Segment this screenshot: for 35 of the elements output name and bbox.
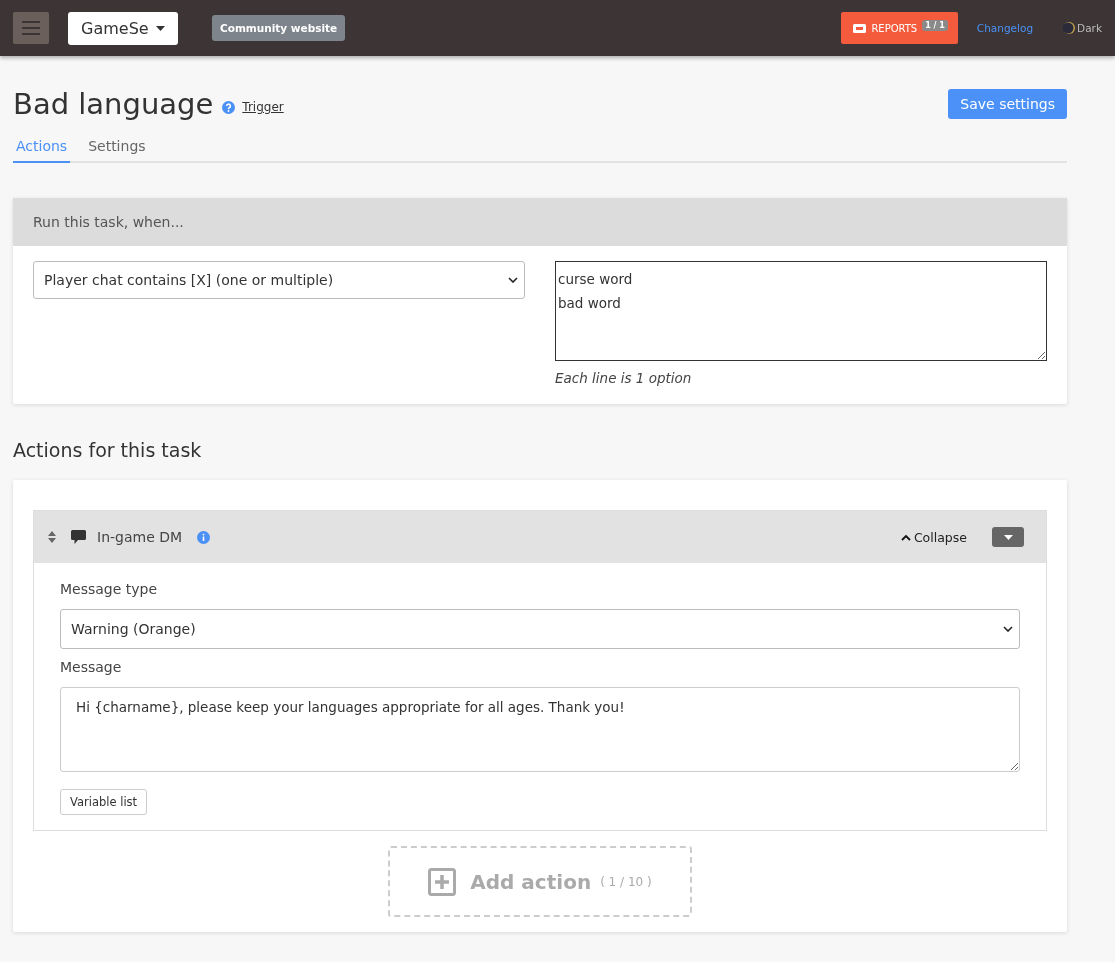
help-icon[interactable] xyxy=(222,100,236,114)
community-website-button[interactable]: Community website xyxy=(212,15,346,41)
chevron-up-icon xyxy=(900,533,911,541)
message-type-select[interactable]: Warning (Orange) xyxy=(60,609,1020,649)
ticket-icon xyxy=(853,23,867,33)
options-dropdown-button[interactable] xyxy=(992,527,1024,547)
field-label: Message xyxy=(60,659,123,675)
reports-count-badge: 1 / 1 xyxy=(922,19,948,31)
chat-bubble-icon xyxy=(71,530,86,544)
server-dropdown[interactable]: GameSe xyxy=(68,11,178,45)
action-title: In-game DM xyxy=(97,529,183,545)
collapse-button[interactable]: Collapse xyxy=(900,529,967,545)
hint-text: Each line is 1 option xyxy=(555,370,693,386)
chevron-down-icon xyxy=(1003,626,1013,632)
page-title: Bad language xyxy=(13,87,214,121)
moon-icon xyxy=(1063,22,1076,34)
trigger-link[interactable]: Trigger xyxy=(242,100,284,114)
sort-icon[interactable] xyxy=(48,531,56,543)
chevron-down-icon xyxy=(508,277,518,283)
menu-button[interactable] xyxy=(13,12,49,44)
variable-list-button[interactable]: Variable list xyxy=(60,789,148,815)
message-textarea[interactable]: Hi {charname}, please keep your languages appropriate for all ages. Thank you! xyxy=(60,687,1020,772)
dark-mode-toggle[interactable]: Dark xyxy=(1063,22,1102,34)
info-icon[interactable] xyxy=(197,530,211,544)
menu-icon xyxy=(22,21,40,35)
section-heading: Actions for this task xyxy=(13,439,203,461)
condition-select[interactable]: Player chat contains [X] (one or multiple) xyxy=(33,261,525,299)
changelog-link[interactable]: Changelog xyxy=(976,22,1034,34)
plus-square-icon xyxy=(428,867,457,896)
field-label: Message type xyxy=(60,581,159,597)
caret-icon xyxy=(1003,534,1013,540)
panel-header: Run this task, when... xyxy=(13,198,1067,246)
tab[interactable]: Settings xyxy=(85,131,149,163)
caret-icon xyxy=(156,25,165,31)
options-textarea[interactable]: curse word bad word xyxy=(555,261,1047,361)
